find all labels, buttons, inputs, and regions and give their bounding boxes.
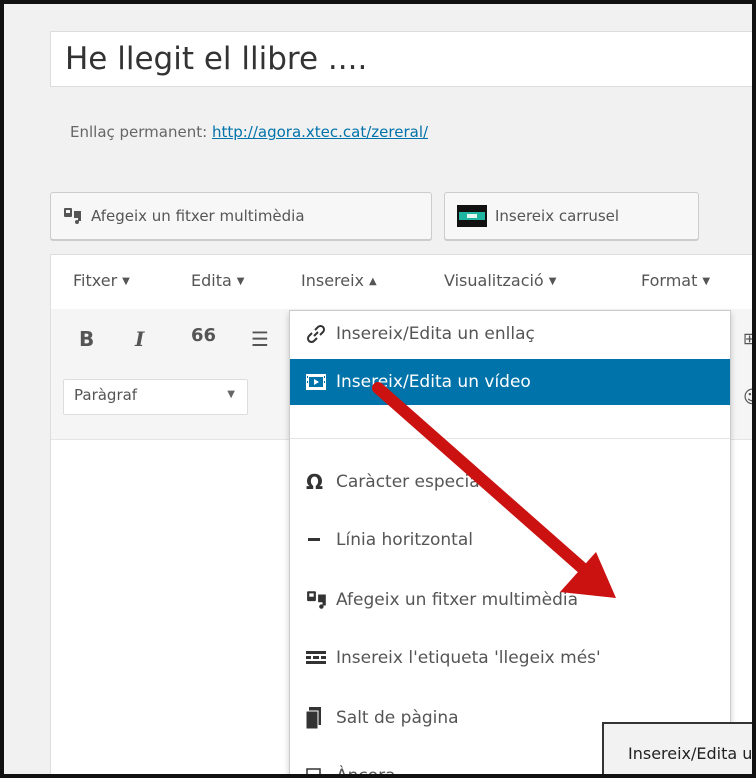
insert-carousel-button[interactable]: Insereix carrusel xyxy=(444,192,699,240)
menu-view[interactable]: Visualització ▼ xyxy=(444,271,556,290)
media-icon xyxy=(306,590,332,610)
add-media-label: Afegeix un fitxer multimèdia xyxy=(91,207,305,225)
italic-button[interactable]: I xyxy=(135,327,144,351)
menu-format[interactable]: Format ▼ xyxy=(641,271,710,290)
post-title-input[interactable]: He llegit el llibre .... xyxy=(50,31,752,87)
permalink-label: Enllaç permanent: xyxy=(70,123,208,141)
editor-menubar: Fitxer ▼ Edita ▼ Insereix ▲ Visualització ▼ … xyxy=(51,255,752,310)
read-more-icon xyxy=(306,651,332,665)
bold-button[interactable]: B xyxy=(79,327,94,351)
bullet-list-icon[interactable]: ☰ xyxy=(251,327,269,351)
format-select-value: Paràgraf xyxy=(74,386,138,404)
menu-format-label: Format xyxy=(641,271,698,290)
insert-menu-item-label: Afegeix un fitxer multimèdia xyxy=(336,590,579,610)
menu-insert-label: Insereix xyxy=(301,271,365,290)
menu-divider xyxy=(290,438,730,439)
permalink: Enllaç permanent: http://agora.xtec.cat/… xyxy=(70,123,428,141)
insert-menu-item-label: Insereix l'etiqueta 'llegeix més' xyxy=(336,648,601,668)
format-select[interactable]: Paràgraf ▼ xyxy=(63,379,248,415)
chevron-down-icon: ▼ xyxy=(227,389,235,400)
menu-insert[interactable]: Insereix ▲ xyxy=(301,271,377,290)
insert-menu-item-video[interactable]: Insereix/Edita un vídeo xyxy=(290,359,730,405)
insert-menu-item-label: Insereix/Edita un enllaç xyxy=(336,324,535,344)
link-icon xyxy=(306,324,332,344)
emoticon-icon[interactable]: ☺ xyxy=(743,387,752,408)
insert-menu-item-label: Insereix/Edita un vídeo xyxy=(336,372,531,392)
insert-menu-item-label: Caràcter especial xyxy=(336,472,485,492)
page-break-icon xyxy=(306,707,332,729)
insert-menu-item-link[interactable]: Insereix/Edita un enllaç xyxy=(290,311,730,357)
chevron-down-icon: ▼ xyxy=(548,276,557,287)
add-media-button[interactable]: Afegeix un fitxer multimèdia xyxy=(50,192,432,240)
insert-menu-item-label: Línia horitzontal xyxy=(336,530,473,550)
table-icon[interactable]: ⊞ xyxy=(743,329,752,348)
insert-menu-item-label: Salt de pàgina xyxy=(336,708,459,728)
chevron-down-icon: ▼ xyxy=(236,276,245,287)
media-icon xyxy=(63,207,83,225)
video-icon xyxy=(306,374,332,390)
insert-carousel-label: Insereix carrusel xyxy=(495,207,620,225)
chevron-up-icon: ▲ xyxy=(369,276,377,287)
chevron-down-icon: ▼ xyxy=(702,276,711,287)
chevron-down-icon: ▼ xyxy=(122,276,130,287)
insert-menu-item-read-more[interactable]: Insereix l'etiqueta 'llegeix més' xyxy=(290,635,730,681)
menu-view-label: Visualització xyxy=(444,271,544,290)
insert-menu-item-label: Àncora xyxy=(336,766,396,778)
menu-file[interactable]: Fitxer ▼ xyxy=(73,271,130,290)
blockquote-button[interactable]: 66 xyxy=(191,325,216,346)
tooltip: Insereix/Edita un vídeo xyxy=(602,722,752,774)
menu-edit[interactable]: Edita ▼ xyxy=(191,271,245,290)
insert-menu-item-special-char[interactable]: Ω Caràcter especial xyxy=(290,459,730,505)
insert-menu-dropdown: Insereix/Edita un enllaç Insereix/Edita … xyxy=(289,310,731,778)
menu-file-label: Fitxer xyxy=(73,271,118,290)
menu-edit-label: Edita xyxy=(191,271,232,290)
insert-menu-item-hr[interactable]: Línia horitzontal xyxy=(290,517,730,563)
anchor-icon xyxy=(306,768,332,774)
permalink-link[interactable]: http://agora.xtec.cat/zereral/ xyxy=(212,123,428,141)
omega-icon: Ω xyxy=(306,470,324,494)
screenshot-frame: He llegit el llibre .... Enllaç permanen… xyxy=(0,0,756,778)
carousel-icon xyxy=(457,205,487,227)
horizontal-line-icon xyxy=(306,537,332,543)
insert-menu-item-media[interactable]: Afegeix un fitxer multimèdia xyxy=(290,577,730,623)
